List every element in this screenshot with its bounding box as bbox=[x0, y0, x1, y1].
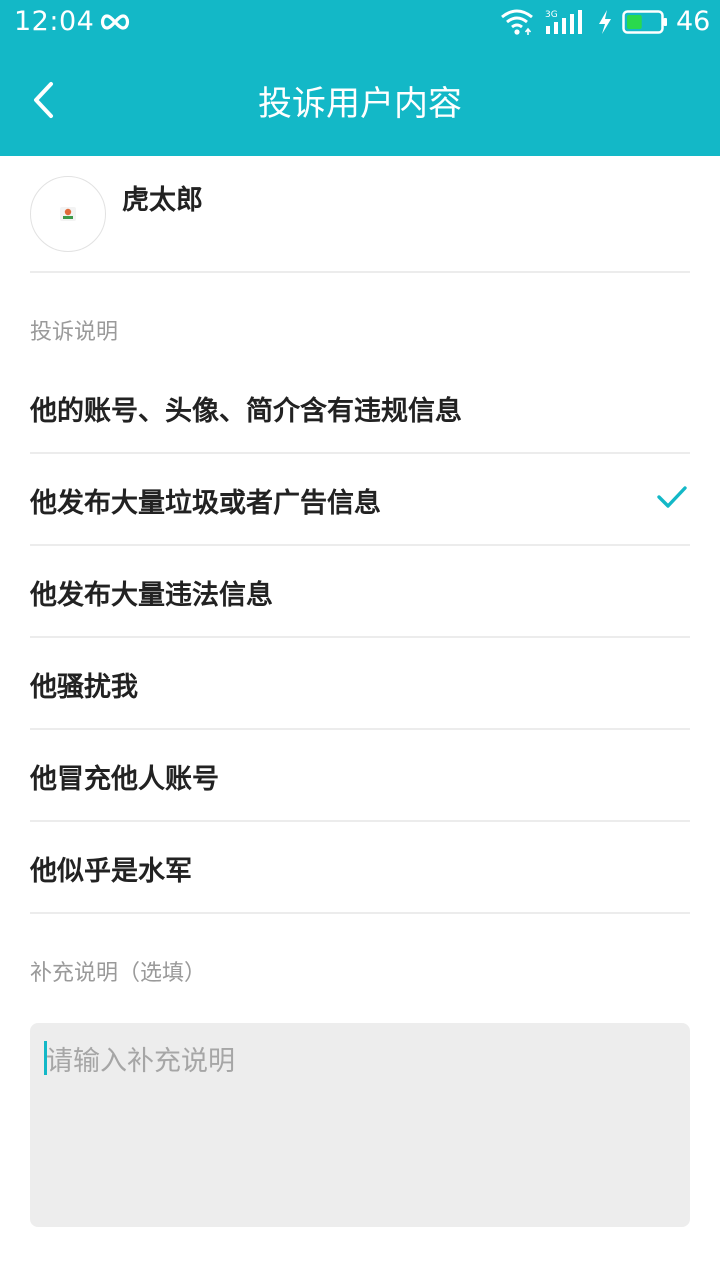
supplement-note-input[interactable] bbox=[30, 1023, 690, 1227]
reason-label: 他冒充他人账号 bbox=[30, 764, 219, 795]
battery-icon bbox=[622, 10, 667, 34]
reason-label: 他发布大量违法信息 bbox=[30, 580, 273, 611]
reason-label: 他发布大量垃圾或者广告信息 bbox=[30, 488, 381, 519]
avatar[interactable] bbox=[30, 176, 106, 252]
status-bar: 12:04 3G 46 bbox=[0, 0, 720, 46]
reason-option[interactable]: 他骚扰我 bbox=[30, 638, 690, 730]
reason-option[interactable]: 他的账号、头像、简介含有违规信息 bbox=[30, 362, 690, 454]
note-section-label: 补充说明（选填） bbox=[30, 961, 207, 986]
reason-label: 他骚扰我 bbox=[30, 672, 138, 703]
reason-label: 他似乎是水军 bbox=[30, 856, 192, 887]
reason-option[interactable]: 他似乎是水军 bbox=[30, 822, 690, 914]
wifi-icon bbox=[501, 9, 533, 35]
page-title: 投诉用户内容 bbox=[258, 84, 462, 124]
reason-option[interactable]: 他发布大量垃圾或者广告信息 bbox=[30, 454, 690, 546]
reason-label: 他的账号、头像、简介含有违规信息 bbox=[30, 396, 462, 427]
title-bar: 投诉用户内容 bbox=[0, 46, 720, 156]
battery-level: 46 bbox=[676, 6, 711, 37]
network-badge-text: 3G bbox=[545, 10, 558, 20]
reasons-section-label: 投诉说明 bbox=[30, 320, 119, 345]
note-box bbox=[30, 1023, 690, 1227]
reason-option[interactable]: 他发布大量违法信息 bbox=[30, 546, 690, 638]
charge-icon bbox=[599, 10, 611, 34]
text-caret bbox=[44, 1041, 47, 1075]
header: 12:04 3G 46 投诉用户内容 bbox=[0, 0, 720, 156]
app-root: 12:04 3G 46 投诉用户内容 虎太郎 投诉说明 他的账号、头像、简介含有… bbox=[0, 0, 720, 1280]
user-name: 虎太郎 bbox=[122, 185, 203, 216]
status-time: 12:04 bbox=[14, 6, 95, 37]
reason-list: 他的账号、头像、简介含有违规信息 他发布大量垃圾或者广告信息 他发布大量违法信息… bbox=[30, 362, 690, 914]
reported-user-row: 虎太郎 bbox=[30, 156, 690, 273]
check-icon bbox=[657, 486, 687, 508]
reason-option[interactable]: 他冒充他人账号 bbox=[30, 730, 690, 822]
avatar-image bbox=[60, 207, 76, 221]
signal-icon: 3G bbox=[545, 10, 582, 34]
infinity-icon bbox=[100, 14, 130, 30]
